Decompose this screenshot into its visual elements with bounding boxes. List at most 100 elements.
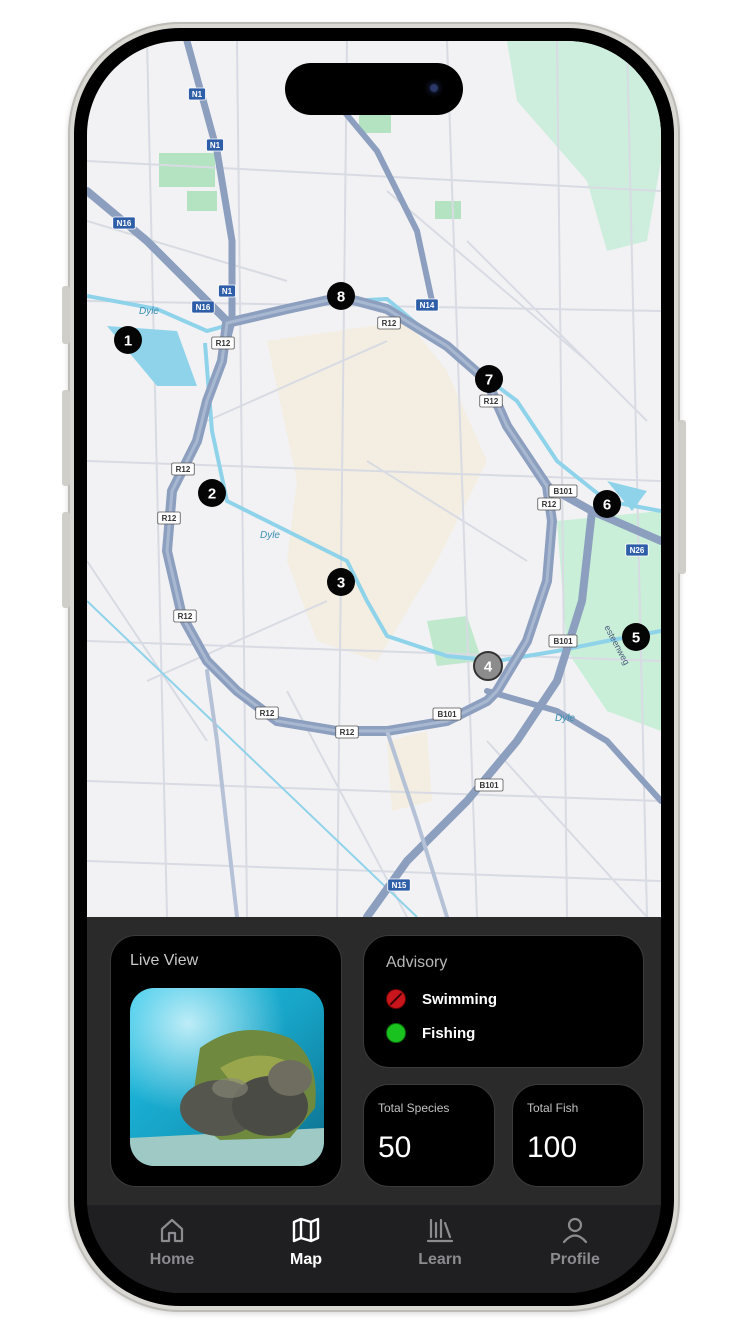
svg-text:R12: R12: [216, 339, 231, 348]
svg-text:5: 5: [632, 630, 640, 647]
tab-profile[interactable]: Profile: [525, 1215, 625, 1285]
advisory-fishing: Fishing: [386, 1022, 475, 1044]
svg-text:Dyle: Dyle: [555, 713, 575, 724]
svg-text:N16: N16: [196, 303, 211, 312]
advisory-swimming: Swimming: [386, 988, 497, 1010]
tab-map-label: Map: [290, 1251, 322, 1268]
river-label: Dyle: [555, 713, 575, 724]
svg-text:N1: N1: [222, 287, 233, 296]
svg-text:R12: R12: [484, 397, 499, 406]
svg-text:N1: N1: [192, 90, 203, 99]
road-shield: R12: [537, 497, 561, 511]
svg-text:R12: R12: [260, 709, 275, 718]
prohibited-icon: [386, 989, 406, 1009]
total-species-label: Total Species: [378, 1101, 450, 1115]
map-marker-3[interactable]: 3: [327, 568, 355, 596]
power-button: [678, 420, 686, 574]
map-view[interactable]: N1 N1 N1 N16 N16 N14 R12 R12 R12 R12 R12 R12 R12 R12 R…: [87, 41, 661, 917]
tab-learn-label: Learn: [418, 1251, 462, 1268]
svg-text:3: 3: [337, 575, 345, 592]
road-shield: N16: [191, 300, 215, 314]
svg-text:6: 6: [603, 497, 611, 514]
road-shield: N1: [188, 87, 206, 101]
svg-text:8: 8: [337, 289, 345, 306]
profile-icon: [562, 1217, 588, 1244]
road-shield: R12: [255, 706, 279, 720]
road-shield: R12: [157, 511, 181, 525]
advisory-title: Advisory: [386, 954, 448, 971]
road-shield: R12: [173, 609, 197, 623]
road-shield: B101: [432, 707, 462, 721]
map-marker-4[interactable]: 4: [473, 651, 503, 681]
river-label: Dyle: [260, 530, 280, 541]
svg-text:R12: R12: [162, 514, 177, 523]
svg-text:R12: R12: [176, 465, 191, 474]
advisory-card: Advisory Swimming Fishing: [363, 935, 644, 1068]
map-marker-7[interactable]: 7: [475, 365, 503, 393]
live-view-card[interactable]: Live View: [110, 935, 342, 1187]
svg-text:N26: N26: [630, 546, 645, 555]
road-shield: N26: [625, 543, 649, 557]
map-marker-5[interactable]: 5: [622, 623, 650, 651]
learn-icon: [426, 1218, 454, 1243]
total-species-card: Total Species 50: [363, 1084, 495, 1187]
tab-learn[interactable]: Learn: [390, 1215, 490, 1285]
map-marker-1[interactable]: 1: [114, 326, 142, 354]
svg-text:1: 1: [124, 333, 132, 350]
advisory-fishing-label: Fishing: [422, 1024, 476, 1042]
app-screen: N1 N1 N1 N16 N16 N14 R12 R12 R12 R12 R12 R12 R12 R12 R…: [87, 41, 661, 1293]
svg-text:B101: B101: [479, 781, 499, 790]
tab-profile-label: Profile: [550, 1251, 600, 1268]
total-fish-label: Total Fish: [527, 1101, 579, 1115]
map-marker-8[interactable]: 8: [327, 282, 355, 310]
total-species-value: 50: [378, 1131, 412, 1164]
svg-text:R12: R12: [178, 612, 193, 621]
tab-home-label: Home: [149, 1251, 195, 1268]
map-marker-6[interactable]: 6: [593, 490, 621, 518]
road-shield: B101: [474, 778, 504, 792]
svg-text:R12: R12: [382, 319, 397, 328]
live-view-title: Live View: [130, 952, 199, 969]
svg-text:R12: R12: [542, 500, 557, 509]
volume-up-button: [62, 390, 70, 486]
tab-home[interactable]: Home: [122, 1215, 222, 1285]
camera-icon: [425, 79, 445, 99]
road-shield: N15: [387, 878, 411, 892]
river-label: Dyle: [139, 306, 159, 317]
svg-text:B101: B101: [553, 487, 573, 496]
svg-text:Dyle: Dyle: [260, 530, 280, 541]
map-icon: [292, 1217, 320, 1243]
svg-text:N15: N15: [392, 881, 407, 890]
svg-text:4: 4: [484, 659, 493, 676]
total-fish-card: Total Fish 100: [512, 1084, 644, 1187]
map-canvas: N1 N1 N1 N16 N16 N14 R12 R12 R12 R12 R12 R12 R12 R12 R…: [87, 41, 661, 917]
svg-text:R12: R12: [340, 728, 355, 737]
svg-text:B101: B101: [553, 637, 573, 646]
road-shield: N1: [206, 138, 224, 152]
svg-text:N14: N14: [420, 301, 435, 310]
road-shield: R12: [377, 316, 401, 330]
dynamic-island: [285, 63, 463, 115]
svg-text:N1: N1: [210, 141, 221, 150]
svg-text:2: 2: [208, 486, 216, 503]
road-shield: R12: [211, 336, 235, 350]
home-icon: [160, 1218, 184, 1243]
road-shield: N16: [112, 216, 136, 230]
svg-text:N16: N16: [117, 219, 132, 228]
allowed-icon: [386, 1023, 406, 1043]
road-shield: N14: [415, 298, 439, 312]
map-marker-2[interactable]: 2: [198, 479, 226, 507]
road-shield: R12: [479, 394, 503, 408]
tab-map[interactable]: Map: [256, 1215, 356, 1285]
live-view-image[interactable]: [130, 988, 324, 1166]
svg-text:Dyle: Dyle: [139, 306, 159, 317]
info-panel: Live View Advisory Swimming Fishing Tota…: [87, 917, 661, 1205]
tab-bar: Home Map Learn Profile: [87, 1205, 661, 1293]
road-shield: B101: [548, 484, 578, 498]
advisory-swimming-label: Swimming: [422, 990, 498, 1008]
road-shield: R12: [171, 462, 195, 476]
svg-text:B101: B101: [437, 710, 457, 719]
action-button: [62, 286, 70, 344]
road-shield: N1: [218, 284, 236, 298]
volume-down-button: [62, 512, 70, 608]
